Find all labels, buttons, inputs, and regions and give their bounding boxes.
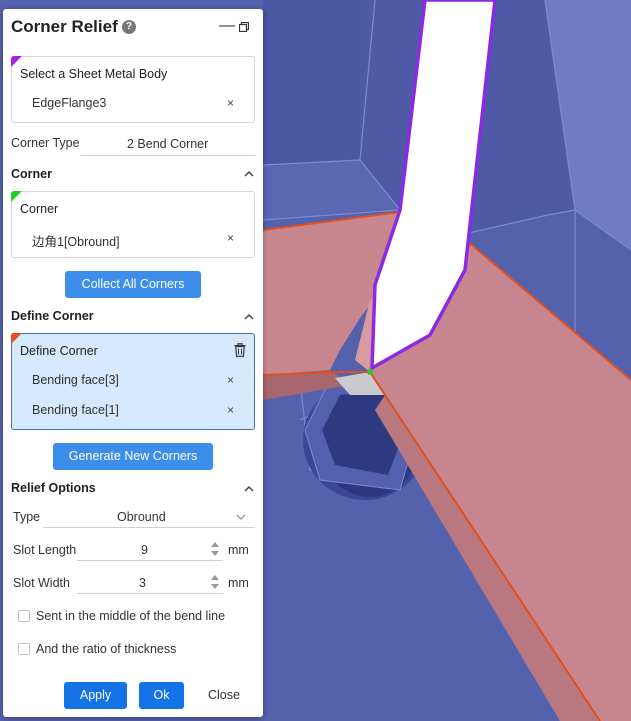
remove-body-icon[interactable]: × [227,96,234,110]
slot-length-label: Slot Length [13,543,77,557]
apply-button[interactable]: Apply [64,682,127,709]
bending-face-item[interactable]: Bending face[1] [32,403,119,417]
slot-length-underline [77,560,223,561]
orange-selection-marker [11,333,22,344]
restore-window-icon[interactable] [239,22,249,32]
purple-selection-marker [11,56,22,67]
selected-body-item[interactable]: EdgeFlange3 [32,96,106,110]
remove-bending-face-icon[interactable]: × [227,373,234,387]
bending-face-item[interactable]: Bending face[3] [32,373,119,387]
selected-corner-item[interactable]: 边角1[Obround] [32,231,120,250]
corner-type-underline [81,155,255,156]
generate-new-corners-button[interactable]: Generate New Corners [53,443,213,470]
slot-width-underline [77,593,223,594]
panel-header: Corner Relief ? — [3,9,263,45]
middle-of-bend-checkbox[interactable] [18,610,30,622]
ratio-of-thickness-checkbox[interactable] [18,643,30,655]
slot-length-unit: mm [228,543,249,557]
chevron-up-icon[interactable] [244,313,254,320]
relief-type-select[interactable]: Obround [117,510,166,524]
define-corner-selector[interactable]: Define Corner Bending face[3] × Bending … [11,333,255,430]
ok-button[interactable]: Ok [139,682,184,709]
close-button[interactable]: Close [208,688,240,702]
trash-icon[interactable] [234,343,246,357]
chevron-up-icon[interactable] [244,170,254,177]
body-select-label: Select a Sheet Metal Body [20,67,168,81]
remove-corner-icon[interactable]: × [227,231,234,245]
middle-of-bend-label: Sent in the middle of the bend line [36,609,226,623]
define-corner-box-label: Define Corner [20,344,98,358]
relief-options-section-title: Relief Options [11,481,96,495]
ratio-of-thickness-label: And the ratio of thickness [36,642,177,656]
slot-length-stepper-icon[interactable] [210,540,220,558]
help-icon[interactable]: ? [122,20,136,34]
chevron-up-icon[interactable] [244,485,254,492]
define-corner-section-title: Define Corner [11,309,94,323]
corner-selector[interactable]: Corner 边角1[Obround] × [11,191,255,258]
corner-section-title: Corner [11,167,52,181]
sheet-metal-body-selector[interactable]: Select a Sheet Metal Body EdgeFlange3 × [11,56,255,123]
collect-all-corners-button[interactable]: Collect All Corners [65,271,201,298]
slot-width-label: Slot Width [13,576,70,590]
panel-title: Corner Relief [11,17,118,36]
green-selection-marker [11,191,22,202]
slot-width-input[interactable]: 3 [139,576,146,590]
slot-length-input[interactable]: 9 [141,543,148,557]
relief-type-underline [43,527,255,528]
corner-type-value[interactable]: 2 Bend Corner [127,137,208,151]
slot-width-stepper-icon[interactable] [210,573,220,591]
corner-box-label: Corner [20,202,59,216]
chevron-down-icon[interactable] [236,514,246,520]
corner-type-label: Corner Type [11,136,80,150]
slot-width-unit: mm [228,576,249,590]
corner-relief-panel: Corner Relief ? — Select a Sheet Metal B… [3,9,263,717]
relief-type-label: Type [13,510,41,524]
remove-bending-face-icon[interactable]: × [227,403,234,417]
minimize-icon[interactable]: — [219,17,235,35]
